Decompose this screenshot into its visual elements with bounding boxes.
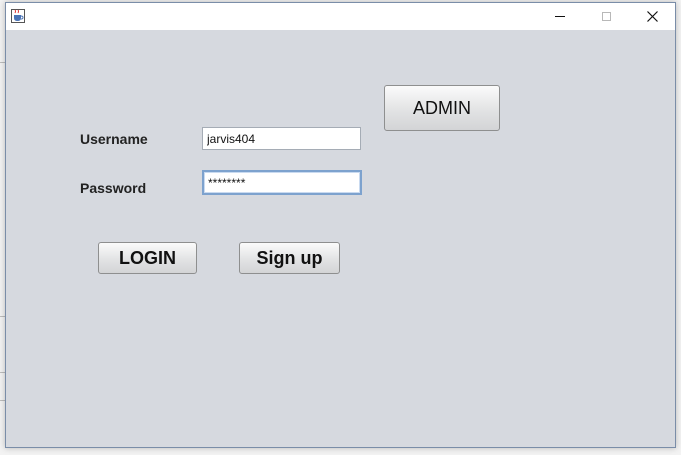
close-icon bbox=[646, 11, 658, 22]
password-label: Password bbox=[80, 180, 147, 196]
login-button[interactable]: LOGIN bbox=[98, 242, 197, 274]
minimize-button[interactable] bbox=[537, 3, 583, 30]
password-field[interactable] bbox=[202, 170, 362, 195]
username-label: Username bbox=[80, 131, 148, 147]
maximize-button[interactable] bbox=[583, 3, 629, 30]
login-form: Username Password ADMIN LOGIN Sign up bbox=[6, 30, 675, 447]
title-bar[interactable] bbox=[6, 3, 675, 30]
admin-button[interactable]: ADMIN bbox=[384, 85, 500, 131]
java-coffee-cup-icon bbox=[11, 9, 25, 23]
maximize-icon bbox=[601, 12, 611, 21]
signup-button[interactable]: Sign up bbox=[239, 242, 340, 274]
minimize-icon bbox=[555, 16, 565, 17]
username-field[interactable] bbox=[202, 127, 361, 150]
close-button[interactable] bbox=[629, 3, 675, 30]
login-window: Username Password ADMIN LOGIN Sign up bbox=[5, 2, 676, 448]
